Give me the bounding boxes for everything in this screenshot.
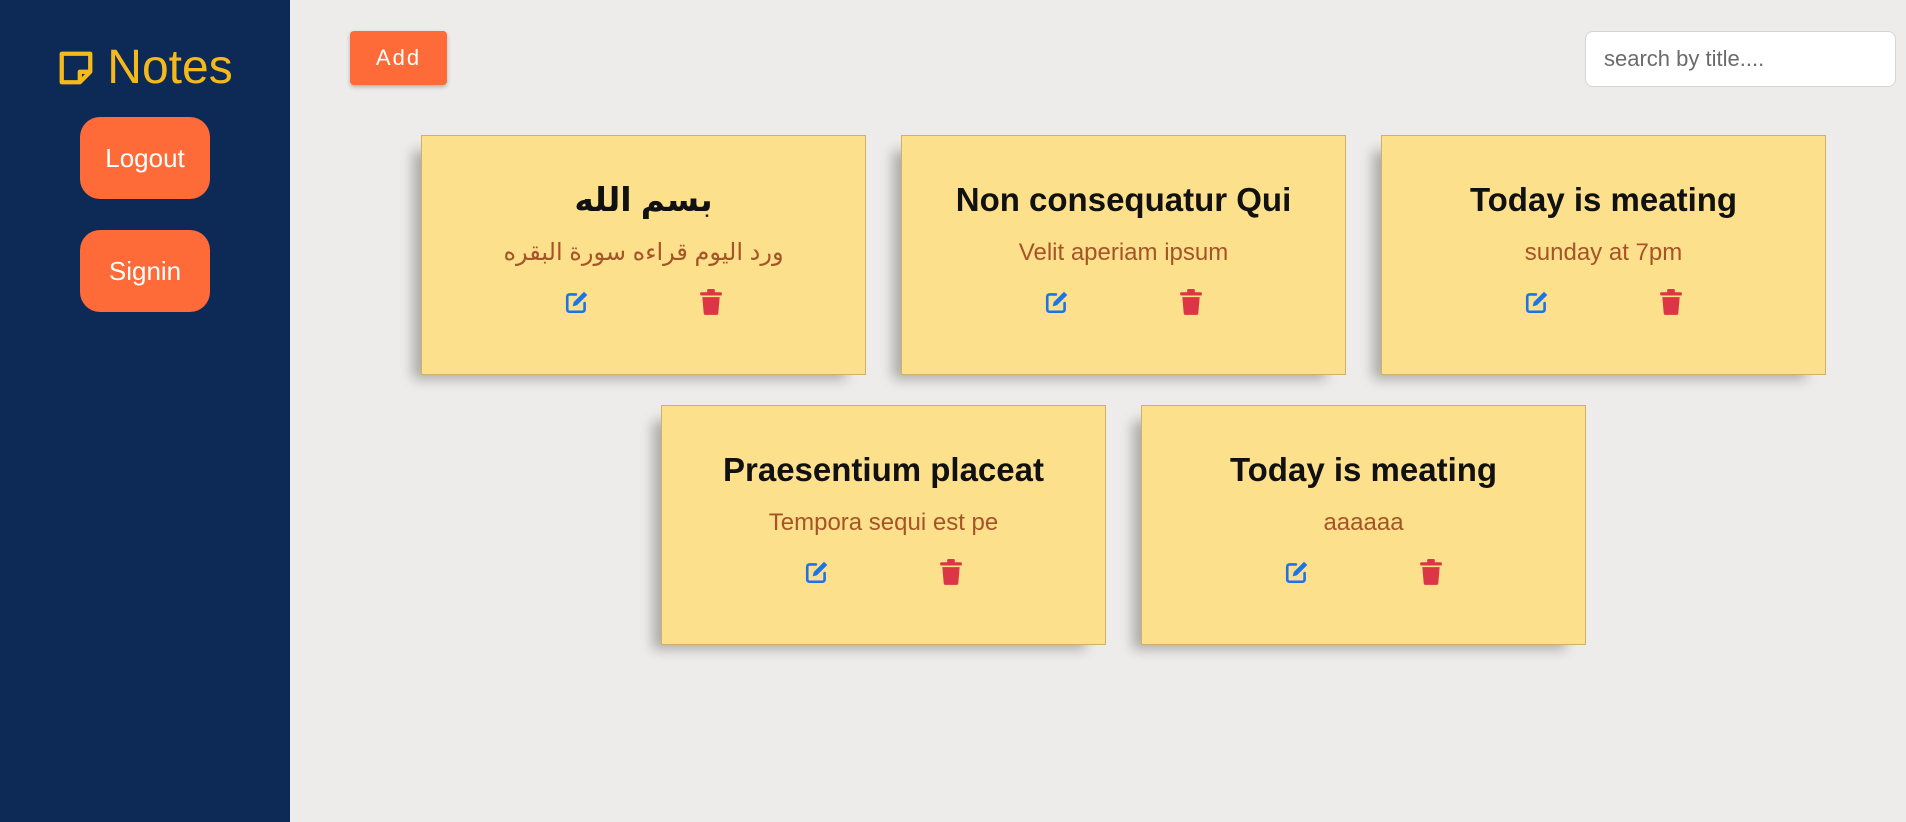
note-title: Today is meating bbox=[1229, 451, 1498, 488]
edit-icon[interactable] bbox=[804, 558, 830, 586]
note-title: Today is meating bbox=[1469, 181, 1738, 218]
logout-button[interactable]: Logout bbox=[80, 117, 210, 199]
note-actions bbox=[1142, 558, 1585, 586]
app-title: Notes bbox=[107, 41, 233, 94]
note-title: Non consequatur Qui bbox=[955, 181, 1292, 218]
note-body: aaaaaa bbox=[1323, 509, 1404, 536]
edit-icon[interactable] bbox=[1044, 288, 1070, 316]
edit-icon[interactable] bbox=[1284, 558, 1310, 586]
note-card: Non consequatur Qui Velit aperiam ipsum bbox=[901, 135, 1346, 375]
note-card: بسم الله ورد اليوم قراءه سورة البقره bbox=[421, 135, 866, 375]
trash-icon[interactable] bbox=[1418, 558, 1444, 586]
note-card: Praesentium placeat Tempora sequi est pe bbox=[661, 405, 1106, 645]
search-input[interactable] bbox=[1585, 31, 1896, 87]
note-card: Today is meating sunday at 7pm bbox=[1381, 135, 1826, 375]
signin-button[interactable]: Signin bbox=[80, 230, 210, 312]
sticky-note-icon bbox=[59, 51, 93, 85]
note-body: sunday at 7pm bbox=[1524, 239, 1683, 266]
note-title: بسم الله bbox=[574, 181, 713, 218]
note-card: Today is meating aaaaaa bbox=[1141, 405, 1586, 645]
brand: Notes bbox=[57, 38, 233, 98]
note-body: ورد اليوم قراءه سورة البقره bbox=[503, 239, 784, 266]
note-actions bbox=[902, 288, 1345, 316]
note-body: Tempora sequi est pe bbox=[768, 509, 999, 536]
trash-icon[interactable] bbox=[1178, 288, 1204, 316]
note-body: Velit aperiam ipsum bbox=[1018, 239, 1229, 266]
add-button[interactable]: Add bbox=[350, 31, 447, 85]
trash-icon[interactable] bbox=[938, 558, 964, 586]
note-actions bbox=[662, 558, 1105, 586]
edit-icon[interactable] bbox=[1524, 288, 1550, 316]
trash-icon[interactable] bbox=[1658, 288, 1684, 316]
sidebar: Notes Logout Signin bbox=[0, 0, 290, 822]
note-actions bbox=[1382, 288, 1825, 316]
note-title: Praesentium placeat bbox=[723, 451, 1044, 488]
trash-icon[interactable] bbox=[698, 288, 724, 316]
note-actions bbox=[422, 288, 865, 316]
edit-icon[interactable] bbox=[564, 288, 590, 316]
